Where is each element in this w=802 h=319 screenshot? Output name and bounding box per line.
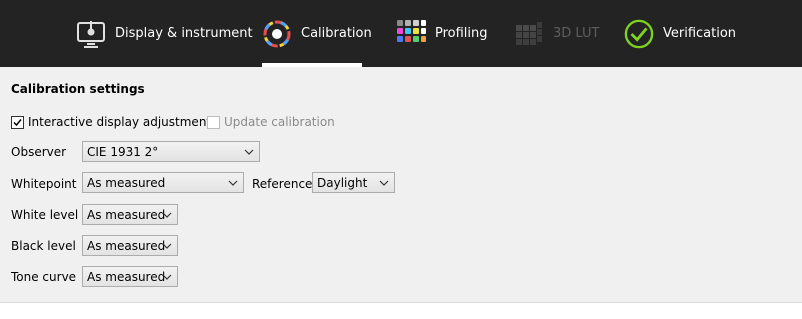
reference-select[interactable]: Daylight [312,172,395,193]
black-level-value: As measured [87,238,166,253]
interactive-adjustment-checkbox[interactable]: Interactive display adjustment [11,115,211,129]
tab-3d-lut[interactable]: 3D LUT [514,0,599,67]
profiling-icon [396,19,426,49]
tab-label: 3D LUT [553,26,600,41]
tab-label: Profiling [435,26,488,41]
reference-value: Daylight [317,175,368,190]
section-title: Calibration settings [11,82,145,96]
white-level-select[interactable]: As measured [82,204,178,225]
tab-calibration[interactable]: Calibration [262,0,372,67]
observer-label: Observer [11,145,67,159]
observer-select[interactable]: CIE 1931 2° [82,141,260,162]
display-instrument-icon [76,19,106,49]
checkbox-label: Interactive display adjustment [28,115,212,129]
tab-display-instrument[interactable]: Display & instrument [76,0,253,67]
tab-label: Display & instrument [115,26,253,41]
update-calibration-checkbox[interactable]: Update calibration [207,115,335,129]
whitepoint-value: As measured [87,175,166,190]
bottom-area [0,302,802,319]
tone-curve-value: As measured [87,269,166,284]
chevron-down-icon [162,243,172,249]
chevron-down-icon [379,180,389,186]
white-level-value: As measured [87,207,166,222]
verification-icon [624,19,654,49]
checkmark-icon [13,118,22,126]
checkbox-box[interactable] [207,115,220,129]
checkbox-label: Update calibration [224,115,335,129]
main-tab-bar: Display & instrument Calibration Profili… [0,0,802,67]
black-level-label: Black level [11,239,76,253]
chevron-down-icon [162,212,172,218]
whitepoint-label: Whitepoint [11,177,77,191]
reference-label: Reference [252,177,313,191]
tab-verification[interactable]: Verification [624,0,736,67]
chevron-down-icon [162,274,172,280]
chevron-down-icon [244,149,254,155]
tab-profiling[interactable]: Profiling [396,0,488,67]
observer-value: CIE 1931 2° [87,144,159,159]
whitepoint-select[interactable]: As measured [82,172,244,193]
chevron-down-icon [228,180,238,186]
calibration-icon [262,19,292,49]
tone-curve-label: Tone curve [11,270,77,284]
checkbox-box[interactable] [11,115,24,129]
tone-curve-select[interactable]: As measured [82,266,178,287]
black-level-select[interactable]: As measured [82,235,178,256]
3d-lut-icon [514,19,544,49]
tab-label: Verification [663,26,737,41]
white-level-label: White level [11,208,79,222]
tab-label: Calibration [301,26,372,41]
